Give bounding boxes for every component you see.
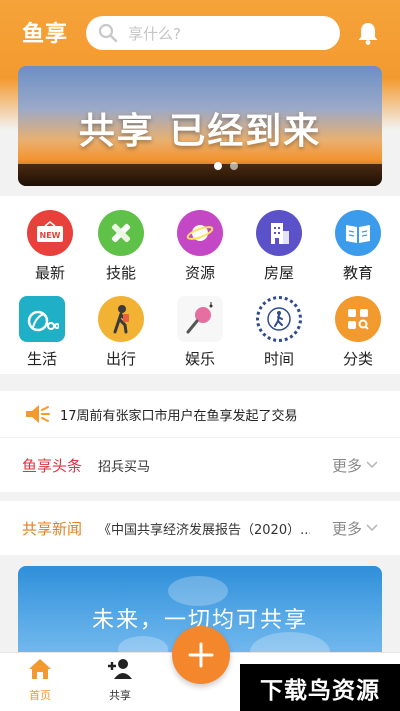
category-education[interactable]: 教育: [322, 210, 394, 283]
headlines-tag: 鱼享头条: [22, 456, 83, 475]
category-travel[interactable]: 出行: [85, 296, 157, 369]
category-life[interactable]: 生活: [6, 296, 78, 369]
headlines-row[interactable]: 鱼享头条 招兵买马 更多: [0, 438, 400, 492]
category-resource[interactable]: 资源: [164, 210, 236, 283]
building-icon: [256, 210, 302, 256]
category-new[interactable]: NEW 最新: [14, 210, 86, 283]
book-icon: [335, 210, 381, 256]
add-user-icon: [108, 659, 132, 679]
category-label: 技能: [105, 264, 136, 282]
walker-icon: [98, 296, 144, 342]
search-icon: [98, 23, 118, 43]
tab-home[interactable]: 首页: [10, 657, 70, 703]
vacuum-icon: [19, 296, 65, 342]
news-more-link[interactable]: 更多: [332, 518, 378, 539]
tab-share[interactable]: 共享: [90, 657, 150, 703]
clock-icon: [256, 296, 302, 342]
banner-dot-active[interactable]: [214, 162, 222, 170]
category-label: 分类: [342, 350, 373, 368]
new-badge-icon: NEW: [27, 210, 73, 256]
category-label: 最新: [34, 264, 65, 282]
category-skill[interactable]: 技能: [85, 210, 157, 283]
headlines-more-link[interactable]: 更多: [332, 455, 378, 476]
watermark: 下载鸟资源: [240, 664, 400, 711]
news-tag: 共享新闻: [22, 519, 83, 538]
category-label: 资源: [184, 264, 215, 282]
banner-title: 共享 已经到来: [78, 111, 322, 152]
chevron-down-icon: [366, 524, 378, 532]
app-logo: 鱼享: [22, 21, 69, 47]
tools-icon: [98, 210, 144, 256]
category-label: 娱乐: [184, 350, 215, 368]
more-label: 更多: [331, 456, 362, 475]
plus-icon: [188, 642, 214, 668]
category-time[interactable]: 时间: [243, 296, 315, 369]
news-text[interactable]: 《中国共享经济发展报告（2020）...: [98, 519, 310, 538]
headlines-text[interactable]: 招兵买马: [98, 456, 298, 475]
category-grid: NEW 最新 技能 资源 房屋 教育 生活 出行 娱乐 时间 分类: [0, 196, 400, 374]
grid-icon: [335, 296, 381, 342]
more-label: 更多: [331, 519, 362, 538]
search-input[interactable]: 享什么?: [86, 16, 340, 50]
tab-label: 首页: [29, 689, 51, 702]
chevron-down-icon: [366, 461, 378, 469]
publish-button[interactable]: [172, 626, 230, 684]
activity-notice[interactable]: 17周前有张家口市用户在鱼享发起了交易: [0, 391, 400, 437]
speaker-icon: [26, 405, 50, 423]
banner-pagination: [214, 162, 238, 170]
category-label: 时间: [263, 350, 294, 368]
category-label: 生活: [26, 350, 57, 368]
home-icon: [29, 659, 51, 679]
notice-text: 17周前有张家口市用户在鱼享发起了交易: [60, 408, 298, 424]
microphone-icon: [177, 296, 223, 342]
category-classify[interactable]: 分类: [322, 296, 394, 369]
category-entertainment[interactable]: 娱乐: [164, 296, 236, 369]
search-placeholder: 享什么?: [128, 24, 181, 43]
category-label: 出行: [105, 350, 136, 368]
tab-label: 共享: [109, 689, 131, 702]
planet-icon: [177, 210, 223, 256]
category-label: 房屋: [263, 264, 294, 282]
svg-text:NEW: NEW: [40, 231, 61, 240]
category-label: 教育: [342, 264, 373, 282]
category-house[interactable]: 房屋: [243, 210, 315, 283]
banner-dot[interactable]: [230, 162, 238, 170]
bell-icon[interactable]: [355, 20, 381, 46]
banner-ground: [18, 164, 382, 186]
promo-banner[interactable]: 共享 已经到来: [18, 66, 382, 186]
news-row[interactable]: 共享新闻 《中国共享经济发展报告（2020）... 更多: [0, 501, 400, 555]
